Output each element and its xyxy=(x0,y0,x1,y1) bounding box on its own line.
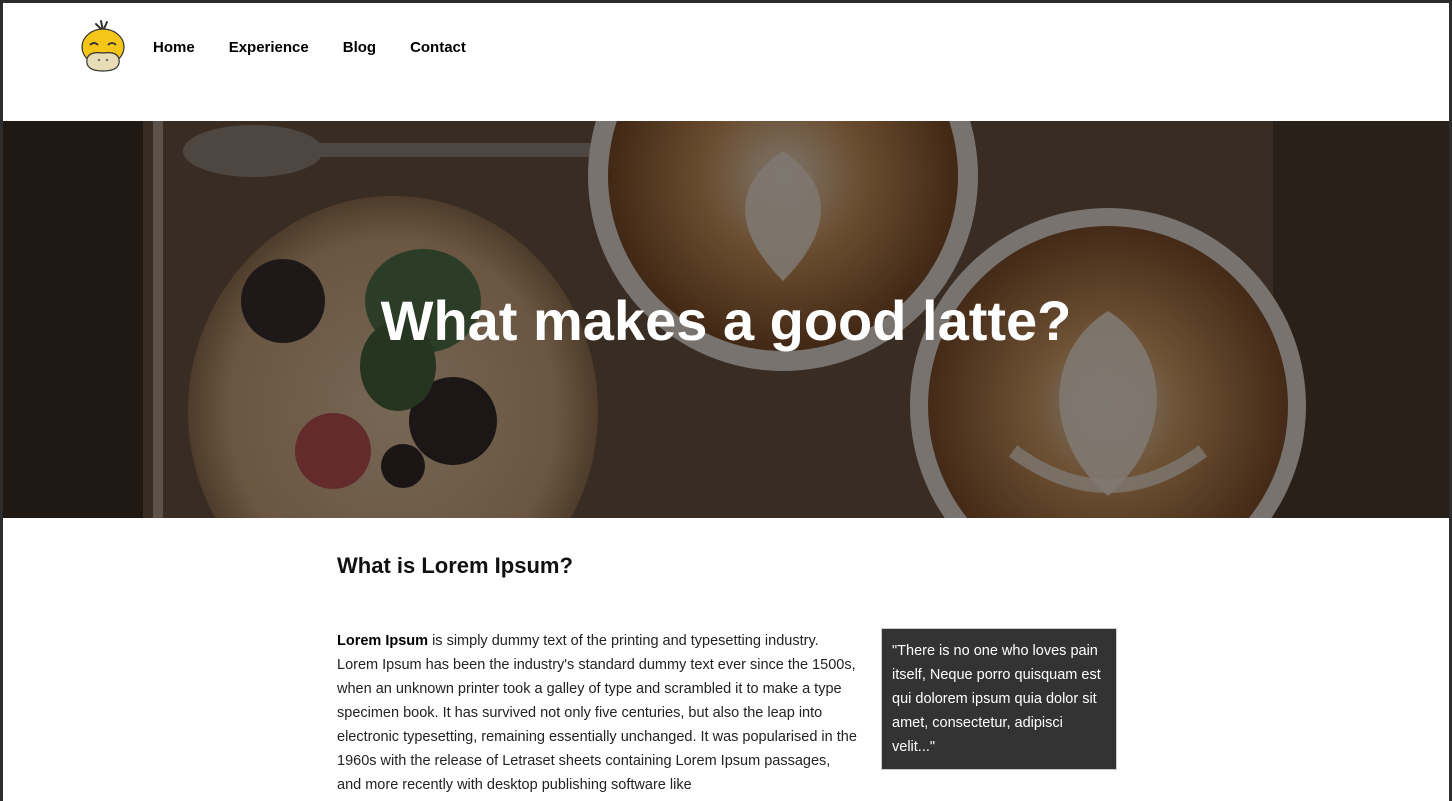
article: What is Lorem Ipsum? Lorem Ipsum is simp… xyxy=(337,551,1137,793)
site-header: Home Experience Blog Contact xyxy=(3,3,1449,121)
article-paragraph: Lorem Ipsum is simply dummy text of the … xyxy=(337,629,857,797)
nav-experience-link[interactable]: Experience xyxy=(229,39,309,57)
article-heading: What is Lorem Ipsum? xyxy=(337,553,573,578)
nav-home-link[interactable]: Home xyxy=(153,39,195,57)
page: Home Experience Blog Contact What makes … xyxy=(3,3,1449,801)
pull-quote: "There is no one who loves pain itself, … xyxy=(881,628,1117,770)
article-body-text: is simply dummy text of the printing and… xyxy=(337,633,857,793)
hero-title: What makes a good latte? xyxy=(380,289,1072,352)
nav-blog-link[interactable]: Blog xyxy=(343,39,376,57)
duck-logo-icon[interactable] xyxy=(77,15,129,77)
hero-banner: What makes a good latte? xyxy=(3,121,1449,518)
nav-contact-link[interactable]: Contact xyxy=(410,39,466,57)
main-nav: Home Experience Blog Contact xyxy=(153,39,500,57)
lead-bold-text: Lorem Ipsum xyxy=(337,633,429,649)
